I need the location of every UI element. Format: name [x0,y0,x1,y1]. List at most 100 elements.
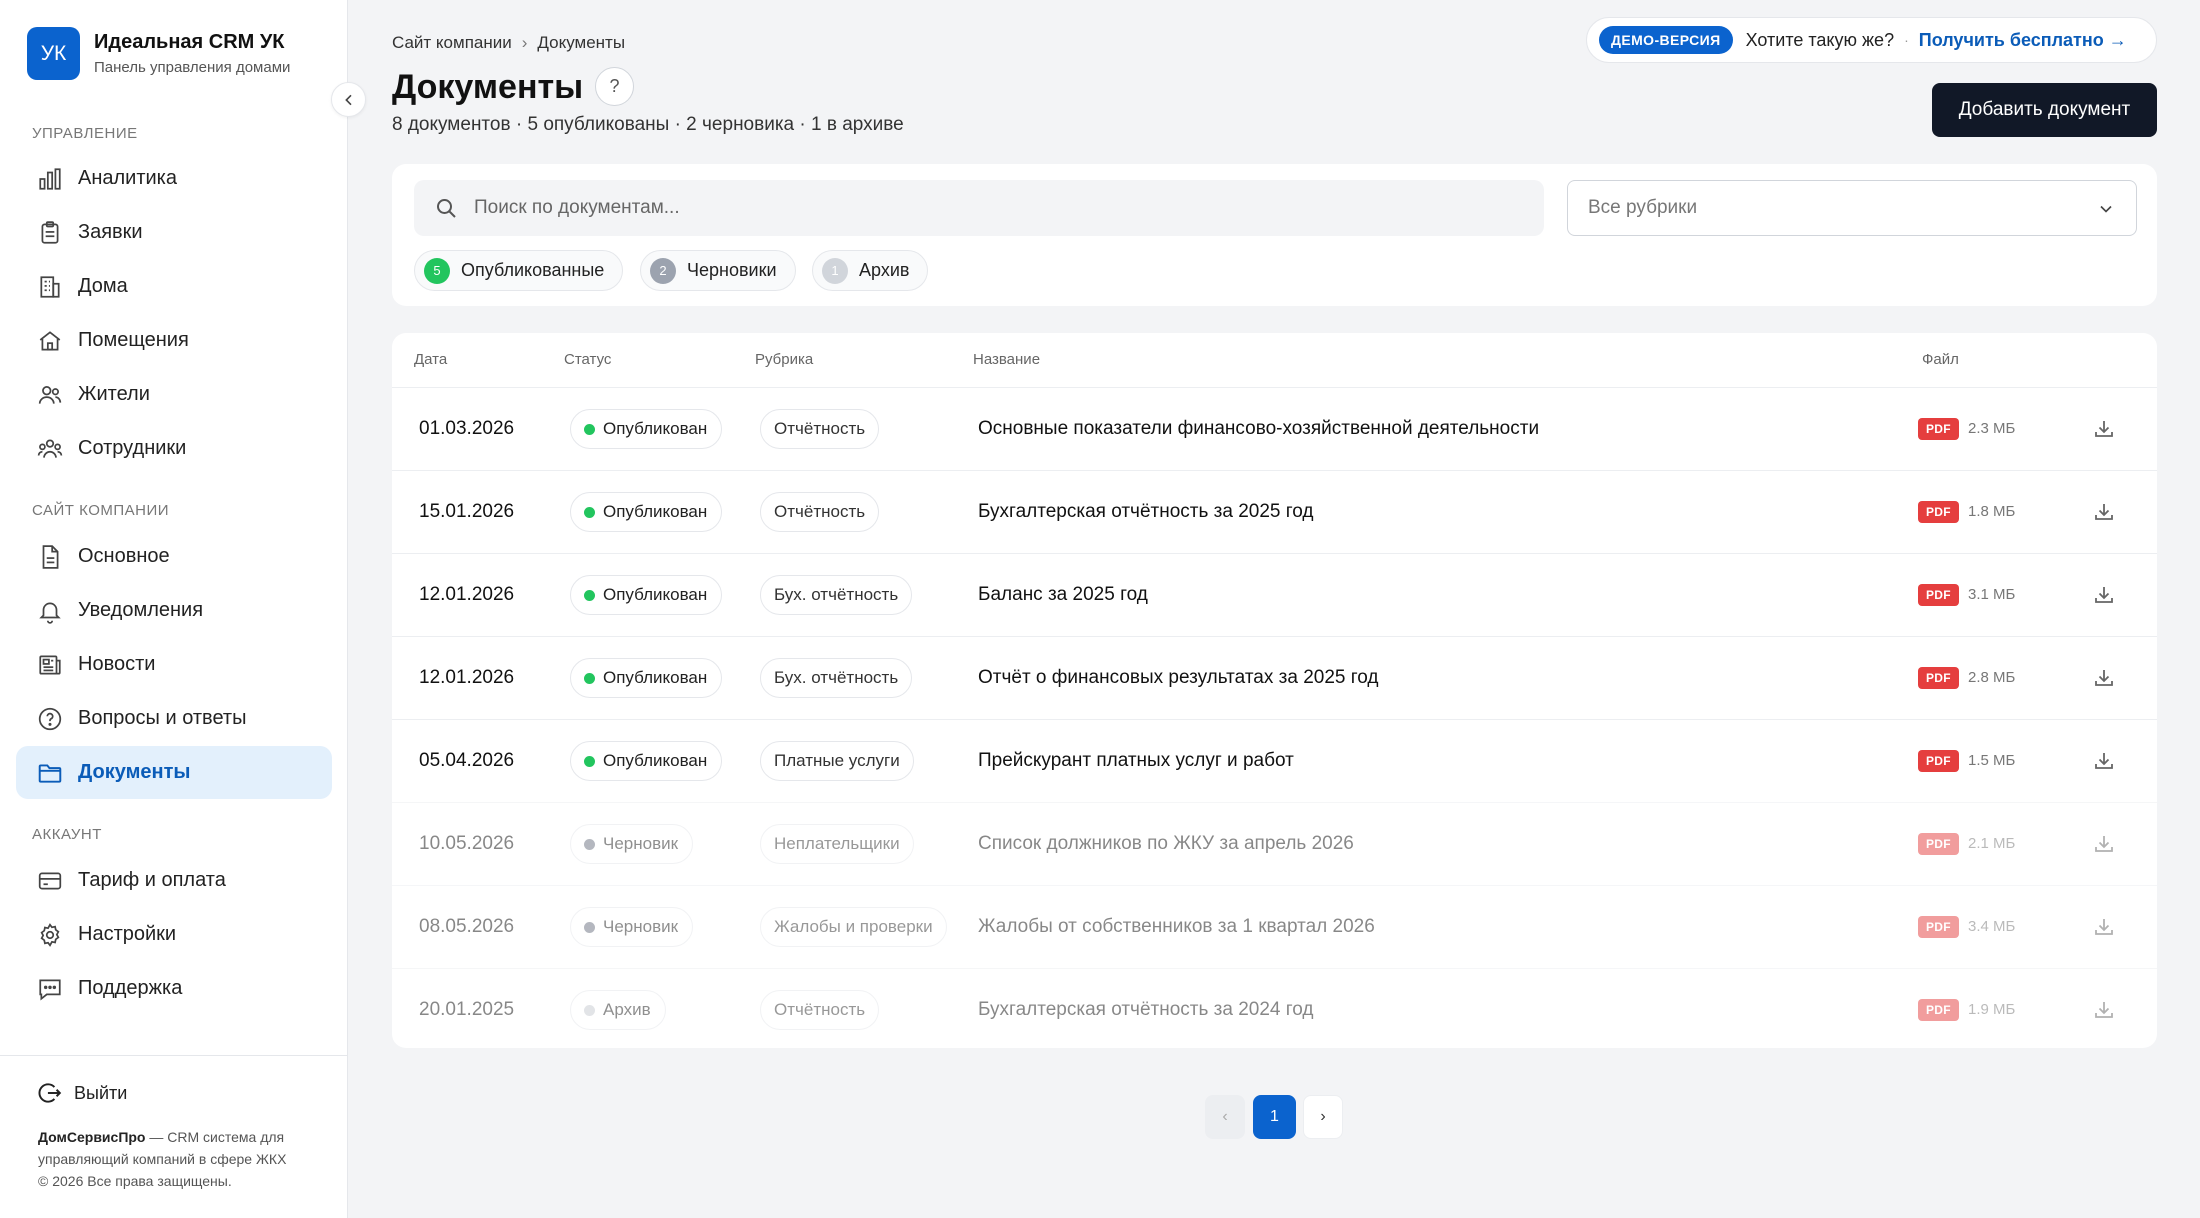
cell-date: 20.01.2025 [419,999,515,1020]
pdf-badge: PDF [1918,750,1959,772]
download-icon[interactable] [2092,832,2116,856]
status-label: Опубликован [603,751,708,770]
rubric-tag: Отчётность [760,990,880,1030]
chip-published[interactable]: 5 Опубликованные [414,250,624,291]
sidebar-item-support[interactable]: Поддержка [16,962,332,1015]
table-row[interactable]: 10.05.2026 Черновик Неплательщики Список до… [392,802,2157,885]
cell-date: 15.01.2026 [419,501,515,522]
download-icon[interactable] [2092,417,2116,441]
sidebar-item-documents[interactable]: Документы [16,746,332,799]
sidebar-item-label: Поддержка [78,977,183,999]
table-row[interactable]: 15.01.2026 Опубликован Отчётность Бухгалтер… [392,470,2157,553]
sidebar-item-news[interactable]: Новости [16,638,332,691]
sidebar-item-settings[interactable]: Настройки [16,908,332,961]
document-title[interactable]: Баланс за 2025 год [978,584,1148,606]
table-row[interactable]: 08.05.2026 Черновик Жалобы и проверки Жалоб… [392,885,2157,968]
download-icon[interactable] [2092,583,2116,607]
rubric-select-value: Все рубрики [1588,197,1698,218]
get-free-link[interactable]: Получить бесплатно → [1919,30,2127,51]
team-icon [37,438,63,458]
document-title[interactable]: Отчёт о финансовых результатах за 2025 г… [978,667,1379,689]
sidebar-item-employees[interactable]: Сотрудники [16,422,332,475]
chat-icon [39,978,61,1001]
download-icon[interactable] [2092,749,2116,773]
search-input[interactable] [474,197,1474,219]
table-row[interactable]: 05.04.2026 Опубликован Платные услуги Прейс… [392,719,2157,802]
logout-button[interactable]: Выйти [36,1080,127,1106]
add-document-button[interactable]: Добавить документ [1932,83,2157,137]
column-header-status[interactable]: Статус [564,351,611,368]
pagination-next-button[interactable]: › [1303,1095,1343,1139]
pagination-prev-button[interactable]: ‹ [1205,1095,1245,1139]
cell-date: 05.04.2026 [419,750,515,771]
logout-icon [38,1083,62,1103]
documents-table: Дата Статус Рубрика Название Файл 01.03.… [392,333,2157,1048]
column-header-date[interactable]: Дата [414,351,447,368]
document-title[interactable]: Основные показатели финансово-хозяйствен… [978,418,1539,440]
demo-question: Хотите такую же? [1745,29,1895,50]
breadcrumb-item-company-site[interactable]: Сайт компании [392,33,512,53]
status-label: Опубликован [603,502,708,521]
chip-label: Опубликованные [461,260,605,280]
document-title[interactable]: Список должников по ЖКУ за апрель 2026 [978,833,1354,855]
rubric-tag: Отчётность [760,492,880,532]
home-icon [39,330,61,351]
search-box[interactable] [414,180,1544,236]
sidebar-item-requests[interactable]: Заявки [16,206,332,259]
table-row[interactable]: 12.01.2026 Опубликован Бух. отчётность Отчё… [392,636,2157,719]
status-label: Архив [603,1000,651,1019]
download-icon[interactable] [2092,666,2116,690]
collapse-sidebar-button[interactable] [331,82,366,117]
chip-drafts[interactable]: 2 Черновики [640,250,796,291]
folder-icon [38,763,62,783]
cell-date: 12.01.2026 [419,584,515,605]
sidebar-item-general[interactable]: Основное [16,530,332,583]
sidebar-item-notifications[interactable]: Уведомления [16,584,332,637]
table-row[interactable]: 12.01.2026 Опубликован Бух. отчётность Бала… [392,553,2157,636]
status-dot [584,755,595,767]
download-icon[interactable] [2092,500,2116,524]
sidebar-item-houses[interactable]: Дома [16,260,332,313]
help-button[interactable]: ? [595,67,634,106]
sidebar-item-label: Тариф и оплата [78,869,226,891]
status-label: Опубликован [603,585,708,604]
document-title[interactable]: Бухгалтерская отчётность за 2024 год [978,999,1314,1021]
status-dot [584,838,595,850]
logout-label: Выйти [74,1082,128,1103]
sidebar-item-residents[interactable]: Жители [16,368,332,421]
file-icon [42,544,59,569]
status-dot [584,1004,595,1016]
status-badge: Черновик [570,907,694,947]
column-header-name[interactable]: Название [973,351,1040,368]
sidebar-item-analytics[interactable]: Аналитика [16,152,332,205]
sidebar-item-premises[interactable]: Помещения [16,314,332,367]
footer-text: ДомСервисПро — CRM система для управляющ… [38,1126,328,1192]
cell-date: 12.01.2026 [419,667,515,688]
sidebar-item-label: Аналитика [78,167,177,189]
chip-label: Архив [859,260,910,280]
download-icon[interactable] [2092,915,2116,939]
page-title: Документы [392,68,584,106]
table-row[interactable]: 20.01.2025 Архив Отчётность Бухгалтерская о… [392,968,2157,1048]
document-title[interactable]: Жалобы от собственников за 1 квартал 202… [978,916,1375,938]
file-size: 1.9 МБ [1968,1001,2016,1018]
rubric-select[interactable]: Все рубрики [1567,180,2137,236]
sidebar-item-faq[interactable]: Вопросы и ответы [16,692,332,745]
gear-icon [40,922,60,947]
document-title[interactable]: Бухгалтерская отчётность за 2025 год [978,501,1314,523]
status-dot [584,589,595,601]
pagination-page-1[interactable]: 1 [1253,1095,1296,1139]
column-header-rubric[interactable]: Рубрика [755,351,813,368]
file-size: 2.3 МБ [1968,420,2016,437]
status-label: Черновик [603,834,679,853]
document-title[interactable]: Прейскурант платных услуг и работ [978,750,1294,772]
sidebar-item-billing[interactable]: Тариф и оплата [16,854,332,907]
table-row[interactable]: 01.03.2026 Опубликован Отчётность Основные … [392,387,2157,470]
chip-archive[interactable]: 1 Архив [812,250,929,291]
download-icon[interactable] [2092,998,2116,1022]
breadcrumb-separator: › [521,33,528,52]
sidebar-item-label: Новости [78,653,156,675]
file-size: 3.1 МБ [1968,586,2016,603]
brand[interactable]: УК Идеальная CRM УК Панель управления до… [27,27,290,80]
status-label: Опубликован [603,419,708,438]
